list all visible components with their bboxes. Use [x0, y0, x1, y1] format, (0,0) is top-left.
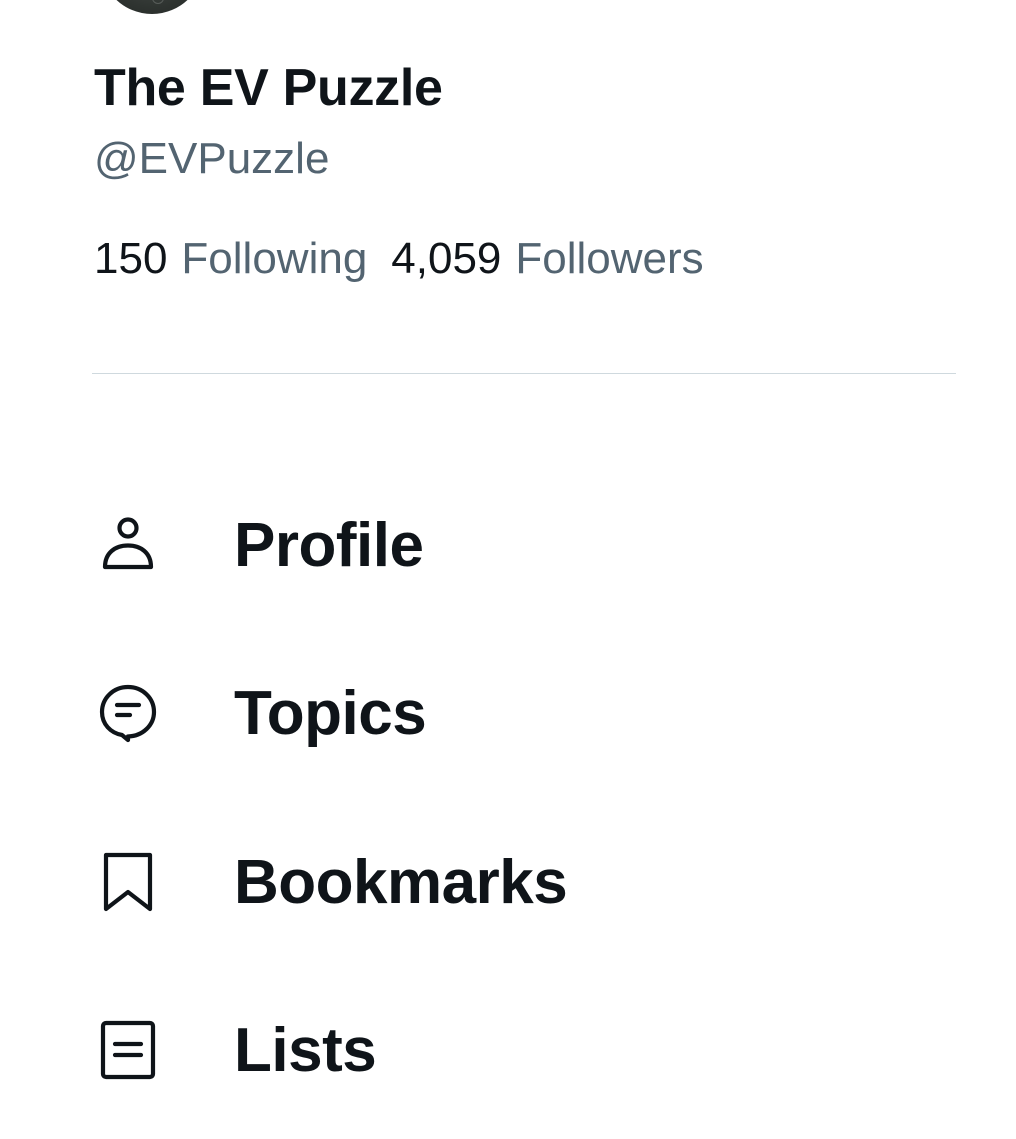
menu-item-bookmarks[interactable]: Bookmarks: [92, 822, 956, 942]
divider: [92, 373, 956, 374]
bookmark-icon: [92, 846, 164, 918]
menu-item-label: Lists: [234, 1015, 377, 1085]
lists-icon: [92, 1014, 164, 1086]
avatar-detail: [152, 0, 164, 4]
followers-link[interactable]: 4,059 Followers: [391, 234, 703, 284]
following-count: 150: [94, 234, 168, 283]
avatar[interactable]: [100, 0, 204, 14]
user-handle: @EVPuzzle: [94, 134, 330, 183]
following-link[interactable]: 150 Following: [94, 234, 367, 284]
follow-stats: 150 Following 4,059 Followers: [94, 234, 704, 284]
menu-item-topics[interactable]: Topics: [92, 653, 956, 773]
menu-item-lists[interactable]: Lists: [92, 990, 956, 1110]
menu-item-label: Profile: [234, 510, 424, 580]
person-icon: [92, 509, 164, 581]
following-label: Following: [181, 234, 368, 283]
menu-item-label: Bookmarks: [234, 847, 568, 917]
menu-item-profile[interactable]: Profile: [92, 485, 956, 605]
followers-label: Followers: [515, 234, 704, 283]
followers-count: 4,059: [391, 234, 502, 283]
menu-item-label: Topics: [234, 678, 427, 748]
topics-icon: [92, 677, 164, 749]
display-name: The EV Puzzle: [94, 59, 443, 117]
